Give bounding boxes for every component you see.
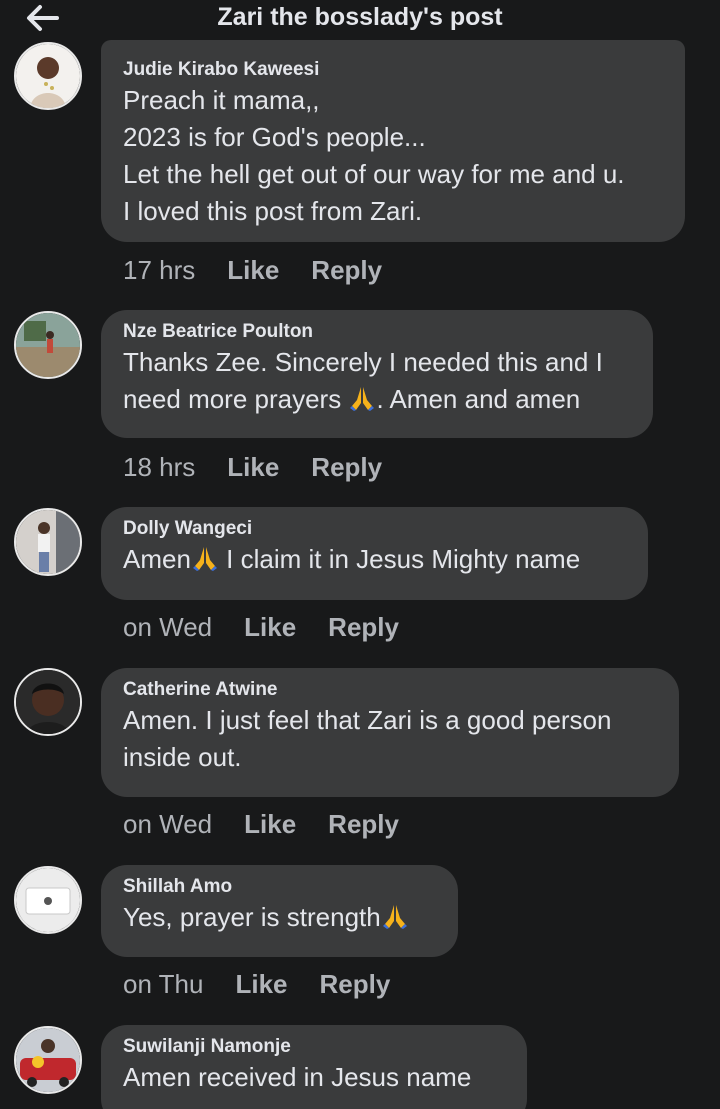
comment-author[interactable]: Shillah Amo — [123, 875, 436, 899]
avatar[interactable] — [14, 508, 82, 576]
comment-text-line: need more prayers . Amen and amen — [123, 381, 631, 418]
folded-hands-icon — [192, 547, 217, 571]
comment-timestamp[interactable]: on Wed — [123, 809, 212, 840]
avatar[interactable] — [14, 42, 82, 110]
avatar[interactable] — [14, 866, 82, 934]
avatar[interactable] — [14, 1026, 82, 1094]
comment-bubble[interactable]: Catherine Atwine Amen. I just feel that … — [101, 668, 679, 797]
comment-text-line: Thanks Zee. Sincerely I needed this and … — [123, 347, 603, 377]
comment-bubble[interactable]: Suwilanji Namonje Amen received in Jesus… — [101, 1025, 527, 1109]
reply-button[interactable]: Reply — [320, 969, 391, 1000]
reply-button[interactable]: Reply — [328, 809, 399, 840]
comment-bubble[interactable]: Nze Beatrice Poulton Thanks Zee. Sincere… — [101, 310, 653, 438]
comment-text-segment: need more prayers — [123, 384, 349, 414]
avatar[interactable] — [14, 311, 82, 379]
comment-timestamp[interactable]: on Thu — [123, 969, 203, 1000]
comment-author[interactable]: Dolly Wangeci — [123, 517, 626, 541]
comment-text-line: 2023 is for God's people... — [123, 122, 426, 152]
like-button[interactable]: Like — [227, 255, 279, 286]
comment-author[interactable]: Nze Beatrice Poulton — [123, 320, 631, 344]
reply-button[interactable]: Reply — [311, 255, 382, 286]
comment-text-line: Let the hell get out of our way for me a… — [123, 159, 625, 189]
page-title: Zari the bosslady's post — [217, 3, 503, 31]
comment-actions: 18 hrs Like Reply — [123, 452, 414, 483]
comment-actions: on Wed Like Reply — [123, 809, 431, 840]
comment-text-line: Preach it mama,, — [123, 85, 320, 115]
comment-text-line: Amen I claim it in Jesus Mighty name — [123, 541, 626, 578]
comment-text-segment: Yes, prayer is strength — [123, 902, 381, 932]
comment-text-segment: . Amen and amen — [376, 384, 581, 414]
like-button[interactable]: Like — [244, 809, 296, 840]
comment-bubble[interactable]: Judie Kirabo Kaweesi Preach it mama,, 20… — [101, 40, 685, 242]
comment-text-segment: Amen — [123, 544, 191, 574]
like-button[interactable]: Like — [244, 612, 296, 643]
avatar[interactable] — [14, 668, 82, 736]
comment-text-line: inside out. — [123, 742, 242, 772]
comment-author[interactable]: Catherine Atwine — [123, 678, 657, 702]
comment-author[interactable]: Judie Kirabo Kaweesi — [123, 58, 663, 82]
reply-button[interactable]: Reply — [311, 452, 382, 483]
comment-text-line: Amen. I just feel that Zari is a good pe… — [123, 705, 612, 735]
comment-timestamp[interactable]: 18 hrs — [123, 452, 195, 483]
folded-hands-icon — [382, 905, 407, 929]
comment-text-line: I loved this post from Zari. — [123, 196, 423, 226]
comment-actions: 17 hrs Like Reply — [123, 255, 414, 286]
comment-bubble[interactable]: Shillah Amo Yes, prayer is strength — [101, 865, 458, 957]
comment-text-line: Amen received in Jesus name — [123, 1062, 472, 1092]
comment-actions: on Thu Like Reply — [123, 969, 422, 1000]
top-bar: Zari the bosslady's post — [0, 0, 720, 40]
reply-button[interactable]: Reply — [328, 612, 399, 643]
comment-text-line: Yes, prayer is strength — [123, 899, 436, 936]
folded-hands-icon — [350, 387, 375, 411]
comment-timestamp[interactable]: 17 hrs — [123, 255, 195, 286]
comment-timestamp[interactable]: on Wed — [123, 612, 212, 643]
comment-text-segment: I claim it in Jesus Mighty name — [218, 544, 581, 574]
comment-author[interactable]: Suwilanji Namonje — [123, 1035, 505, 1059]
like-button[interactable]: Like — [235, 969, 287, 1000]
comment-bubble[interactable]: Dolly Wangeci Amen I claim it in Jesus M… — [101, 507, 648, 600]
like-button[interactable]: Like — [227, 452, 279, 483]
comment-actions: on Wed Like Reply — [123, 612, 431, 643]
